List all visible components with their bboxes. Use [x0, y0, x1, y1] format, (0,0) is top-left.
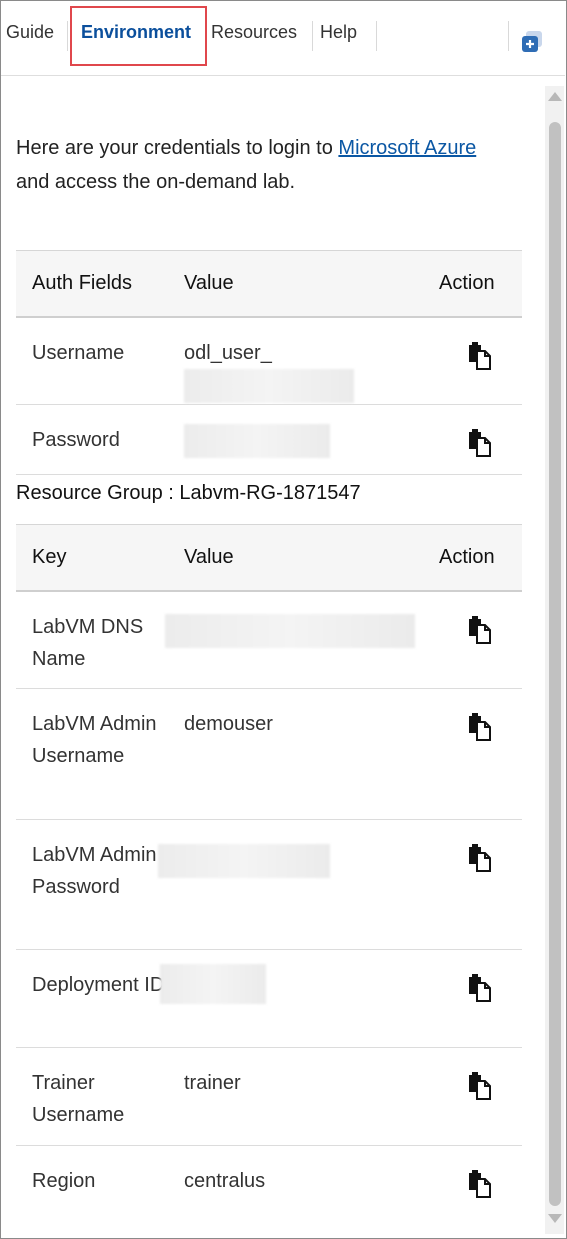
field-value: [158, 819, 438, 950]
field-label: Username: [16, 316, 168, 405]
column-header: Action: [438, 250, 522, 318]
scroll-down-icon[interactable]: [548, 1214, 562, 1223]
field-label: Password: [16, 404, 168, 475]
field-value: [160, 949, 438, 1048]
copy-cell: [438, 688, 522, 820]
copy-cell: [438, 404, 522, 475]
key-label: LabVM Admin Username: [16, 688, 168, 820]
copy-cell: [438, 590, 522, 689]
scroll-up-icon[interactable]: [548, 92, 562, 101]
column-header: Key: [16, 524, 168, 592]
key-label: LabVM Admin Password: [16, 819, 168, 950]
azure-link[interactable]: Microsoft Azure: [338, 137, 476, 159]
tab-resources[interactable]: Resources: [211, 1, 297, 76]
table-row: Region centralus: [16, 1146, 522, 1218]
table-row: LabVM DNS Name: [16, 590, 522, 689]
intro-text: Here are your credentials to login to Mi…: [16, 131, 536, 199]
username-value: odl_user_: [184, 341, 272, 364]
field-value: [165, 590, 438, 689]
copy-icon[interactable]: [467, 615, 493, 644]
copy-cell: [438, 1047, 522, 1146]
tab-divider: [312, 21, 313, 51]
resource-group-label: Resource Group : Labvm-RG-1871547: [16, 482, 361, 504]
redacted-value: [184, 423, 330, 458]
redacted-value: [160, 964, 266, 1004]
key-label: Region: [32, 1170, 96, 1192]
table-header-row: Auth Fields Value Action: [16, 250, 522, 318]
auth-table: Auth Fields Value Action Username odl_us…: [16, 250, 522, 475]
column-header: Action: [438, 524, 522, 592]
table-header-row: Key Value Action: [16, 524, 522, 592]
redacted-value: [158, 844, 330, 878]
copy-icon[interactable]: [467, 844, 493, 872]
add-panel-icon[interactable]: [520, 30, 542, 52]
column-header: Value: [168, 250, 438, 318]
tab-divider: [508, 21, 509, 51]
table-row: Password: [16, 404, 522, 475]
intro-text-after: and access the on-demand lab.: [16, 171, 296, 193]
copy-icon[interactable]: [467, 713, 493, 741]
active-tab-highlight: [70, 6, 207, 66]
copy-cell: [438, 819, 522, 950]
tab-divider: [67, 21, 68, 51]
scrollbar-thumb[interactable]: [549, 122, 561, 1206]
table-row: LabVM Admin Password: [16, 819, 522, 950]
table-row: Deployment ID: [16, 949, 522, 1048]
table-row: LabVM Admin Username demouser: [16, 688, 522, 820]
redacted-value: [165, 613, 415, 648]
copy-icon[interactable]: [467, 974, 493, 1002]
copy-cell: [438, 316, 522, 405]
key-label: LabVM DNS Name: [16, 590, 168, 689]
redacted-value: [184, 368, 354, 403]
table-row: Username odl_user_: [16, 316, 522, 405]
tab-divider: [376, 21, 377, 51]
field-value: centralus: [184, 1170, 266, 1192]
copy-cell: [438, 949, 522, 1048]
tab-help[interactable]: Help: [320, 1, 357, 76]
tab-guide[interactable]: Guide: [6, 1, 54, 76]
table-row: Trainer Username trainer: [16, 1047, 522, 1146]
copy-icon[interactable]: [467, 341, 493, 370]
copy-icon[interactable]: [467, 1072, 493, 1100]
field-value: demouser: [168, 688, 438, 820]
field-value: odl_user_: [168, 316, 438, 405]
field-value: [168, 404, 438, 475]
intro-text-before: Here are your credentials to login to: [16, 137, 339, 159]
resource-table: Key Value Action LabVM DNS Name LabVM Ad…: [16, 524, 522, 1218]
copy-cell: [438, 1146, 522, 1218]
key-label: Deployment ID: [16, 949, 168, 1048]
key-label: Trainer Username: [16, 1047, 168, 1146]
copy-icon[interactable]: [467, 428, 493, 457]
field-value: trainer: [168, 1047, 438, 1146]
column-header: Value: [168, 524, 438, 592]
copy-icon[interactable]: [467, 1170, 493, 1198]
column-header: Auth Fields: [16, 250, 168, 318]
